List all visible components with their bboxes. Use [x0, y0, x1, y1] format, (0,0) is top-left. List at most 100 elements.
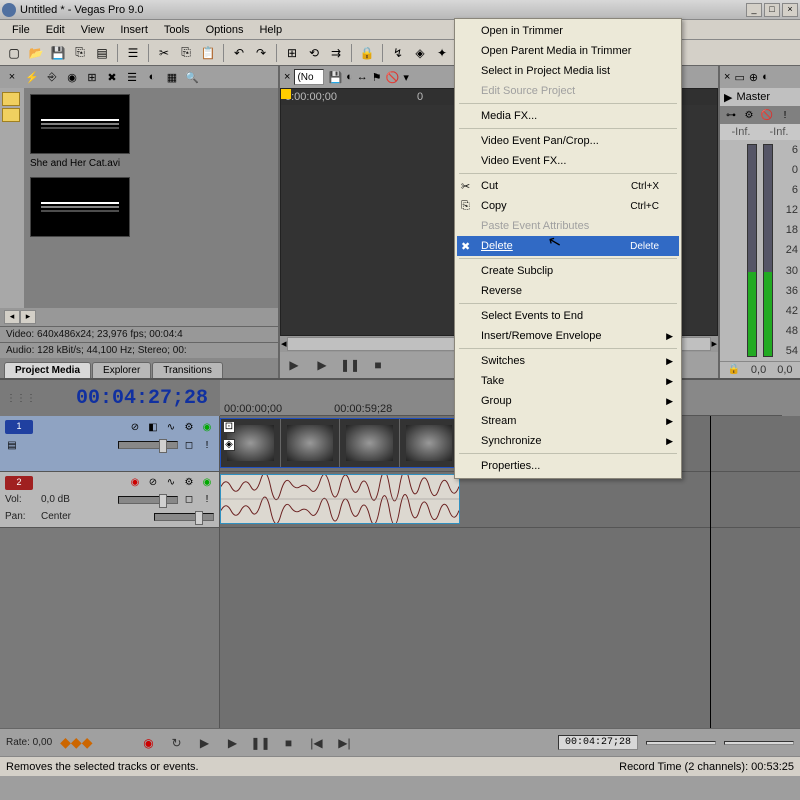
- selection-length-timecode[interactable]: [724, 741, 794, 745]
- ctx-create-subclip[interactable]: Create Subclip: [457, 261, 679, 281]
- gear-icon[interactable]: ⚙: [742, 108, 756, 122]
- main-timecode[interactable]: 00:04:27;28: [76, 387, 208, 410]
- media-grid[interactable]: She and Her Cat.avi: [24, 88, 278, 308]
- undo-icon[interactable]: ↶: [229, 43, 249, 63]
- loop-icon[interactable]: ↻: [166, 734, 186, 752]
- ctx-insert-envelope[interactable]: Insert/Remove Envelope▶: [457, 326, 679, 346]
- copy-icon[interactable]: ⎘: [176, 43, 196, 63]
- media-thumbnail[interactable]: [30, 94, 130, 154]
- menu-tools[interactable]: Tools: [156, 22, 198, 38]
- insert-icon[interactable]: ⊕: [749, 71, 758, 84]
- pan-slider[interactable]: [154, 513, 214, 521]
- media-thumbnail[interactable]: [30, 177, 130, 237]
- comp-icon[interactable]: ◧: [146, 420, 160, 434]
- open-icon[interactable]: 📂: [26, 43, 46, 63]
- media-item[interactable]: She and Her Cat.avi: [30, 94, 150, 169]
- ctx-properties[interactable]: Properties...: [457, 456, 679, 476]
- play-icon[interactable]: ▶: [284, 356, 304, 374]
- folder-icon[interactable]: [2, 108, 20, 122]
- ctx-switches[interactable]: Switches▶: [457, 351, 679, 371]
- solo-icon[interactable]: !: [200, 493, 214, 507]
- menu-edit[interactable]: Edit: [38, 22, 73, 38]
- video-clip[interactable]: ⊡ ◈: [220, 418, 460, 468]
- pause-icon[interactable]: ❚❚: [250, 734, 270, 752]
- scan-icon[interactable]: ⊞: [84, 69, 100, 85]
- fx-icon[interactable]: ◉: [200, 420, 214, 434]
- noclip-icon[interactable]: 🚫: [386, 71, 400, 84]
- cut-icon[interactable]: ✂: [154, 43, 174, 63]
- media-tree[interactable]: [0, 88, 24, 308]
- save-icon[interactable]: 💾: [328, 71, 342, 84]
- fx-icon[interactable]: ◐: [144, 69, 160, 85]
- more-icon[interactable]: ▾: [403, 71, 409, 84]
- link-icon[interactable]: ⊶: [724, 108, 738, 122]
- folder-icon[interactable]: [2, 92, 20, 106]
- ctx-media-fx[interactable]: Media FX...: [457, 106, 679, 126]
- bolt-icon[interactable]: ⚡: [24, 69, 40, 85]
- selection-start-timecode[interactable]: [646, 741, 716, 745]
- track-number-badge[interactable]: 2: [5, 476, 33, 490]
- remove-icon[interactable]: ✖: [104, 69, 120, 85]
- playhead[interactable]: [710, 416, 711, 728]
- gear-icon[interactable]: ⚙: [182, 476, 196, 490]
- ctx-stream[interactable]: Stream▶: [457, 411, 679, 431]
- audio-clip[interactable]: [220, 474, 460, 524]
- minimize-button[interactable]: _: [746, 3, 762, 17]
- position-timecode[interactable]: 00:04:27;28: [558, 735, 638, 750]
- go-start-icon[interactable]: |◀: [306, 734, 326, 752]
- level-slider[interactable]: [118, 441, 178, 449]
- new-icon[interactable]: ▢: [4, 43, 24, 63]
- nofx-icon[interactable]: 🚫: [760, 108, 774, 122]
- ctx-take[interactable]: Take▶: [457, 371, 679, 391]
- props2-icon[interactable]: ☰: [124, 69, 140, 85]
- ctx-pan-crop[interactable]: Video Event Pan/Crop...: [457, 131, 679, 151]
- invert-icon[interactable]: ⊘: [146, 476, 160, 490]
- redo-icon[interactable]: ↷: [251, 43, 271, 63]
- fx-icon[interactable]: ◉: [200, 476, 214, 490]
- ctx-group[interactable]: Group▶: [457, 391, 679, 411]
- stretch-icon[interactable]: ↔: [357, 71, 368, 83]
- tool3-icon[interactable]: ✦: [432, 43, 452, 63]
- render-icon[interactable]: ▤: [92, 43, 112, 63]
- play-from-start-icon[interactable]: ▶: [312, 356, 332, 374]
- ctx-synchronize[interactable]: Synchronize▶: [457, 431, 679, 451]
- save-icon[interactable]: 💾: [48, 43, 68, 63]
- trimmer-media-combo[interactable]: [294, 69, 324, 85]
- tab-explorer[interactable]: Explorer: [92, 362, 151, 378]
- ripple-icon[interactable]: ⇉: [326, 43, 346, 63]
- scroll-right-icon[interactable]: ▸: [20, 310, 36, 324]
- search-icon[interactable]: 🔍: [184, 69, 200, 85]
- master-close-icon[interactable]: ×: [724, 71, 730, 83]
- scroll-right-icon[interactable]: ▸: [711, 337, 717, 351]
- bus-icon[interactable]: ▭: [734, 71, 744, 84]
- event-fx-icon[interactable]: ◈: [223, 439, 235, 451]
- ctx-delete[interactable]: ✖DeleteDelete: [457, 236, 679, 256]
- playhead-marker-icon[interactable]: [281, 89, 291, 99]
- scrub-control[interactable]: ◆◆◆: [60, 734, 92, 751]
- play-start-icon[interactable]: ▶: [194, 734, 214, 752]
- menu-options[interactable]: Options: [198, 22, 252, 38]
- fx2-icon[interactable]: ◐: [346, 71, 353, 83]
- menu-view[interactable]: View: [73, 22, 113, 38]
- mute-icon[interactable]: !: [778, 108, 792, 122]
- capture-icon[interactable]: ◉: [64, 69, 80, 85]
- vol-slider[interactable]: [118, 496, 178, 504]
- master-expand-icon[interactable]: ▶: [724, 91, 732, 104]
- import-icon[interactable]: ⎆: [44, 69, 60, 85]
- ctx-open-trimmer[interactable]: Open in Trimmer: [457, 21, 679, 41]
- props-icon[interactable]: ☰: [123, 43, 143, 63]
- video-track-header[interactable]: 1 ⊘ ◧ ∿ ⚙ ◉ ▤ ◻ !: [0, 416, 219, 472]
- track-number-badge[interactable]: 1: [5, 420, 33, 434]
- solo-icon[interactable]: !: [200, 438, 214, 452]
- lock-icon[interactable]: 🔒: [357, 43, 377, 63]
- menu-insert[interactable]: Insert: [112, 22, 156, 38]
- bypass-icon[interactable]: ⊘: [128, 420, 142, 434]
- menu-file[interactable]: File: [4, 22, 38, 38]
- marker-icon[interactable]: ⚑: [372, 71, 382, 84]
- automation-icon[interactable]: ∿: [164, 476, 178, 490]
- record-icon[interactable]: ◉: [138, 734, 158, 752]
- autosave-icon[interactable]: ⟲: [304, 43, 324, 63]
- lock-icon[interactable]: 🔒: [727, 364, 739, 376]
- media-item[interactable]: [30, 177, 150, 241]
- stop-icon[interactable]: ■: [368, 356, 388, 374]
